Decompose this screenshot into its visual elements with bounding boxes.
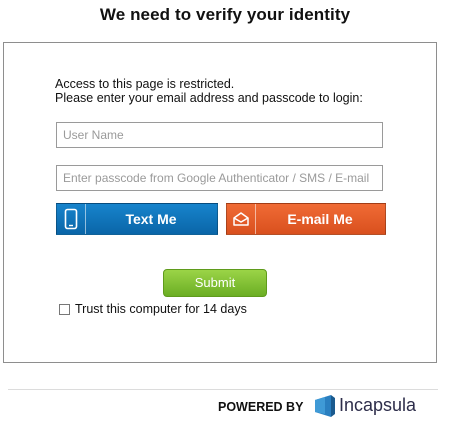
phone-icon [57, 204, 86, 234]
verification-panel: Access to this page is restricted. Pleas… [3, 42, 437, 363]
incapsula-brand: Incapsula [339, 395, 417, 415]
envelope-icon [227, 204, 256, 234]
page-title: We need to verify your identity [99, 5, 351, 24]
trust-computer-option[interactable]: Trust this computer for 14 days [59, 302, 247, 316]
trust-label: Trust this computer for 14 days [75, 302, 247, 316]
text-me-button[interactable]: Text Me [56, 203, 218, 235]
incapsula-logo-icon [313, 394, 337, 423]
powered-by-text: POWERED BY [218, 400, 304, 414]
email-me-button[interactable]: E-mail Me [226, 203, 386, 235]
email-me-label: E-mail Me [287, 211, 353, 227]
footer-divider [8, 389, 438, 390]
restriction-message: Access to this page is restricted. Pleas… [55, 77, 363, 105]
text-me-label: Text Me [125, 211, 177, 227]
message-line-1: Access to this page is restricted. [55, 77, 235, 91]
passcode-input[interactable] [56, 165, 383, 191]
trust-checkbox[interactable] [59, 303, 70, 315]
submit-button[interactable]: Submit [163, 269, 267, 297]
username-input[interactable] [56, 122, 383, 148]
message-line-2: Please enter your email address and pass… [55, 91, 363, 105]
